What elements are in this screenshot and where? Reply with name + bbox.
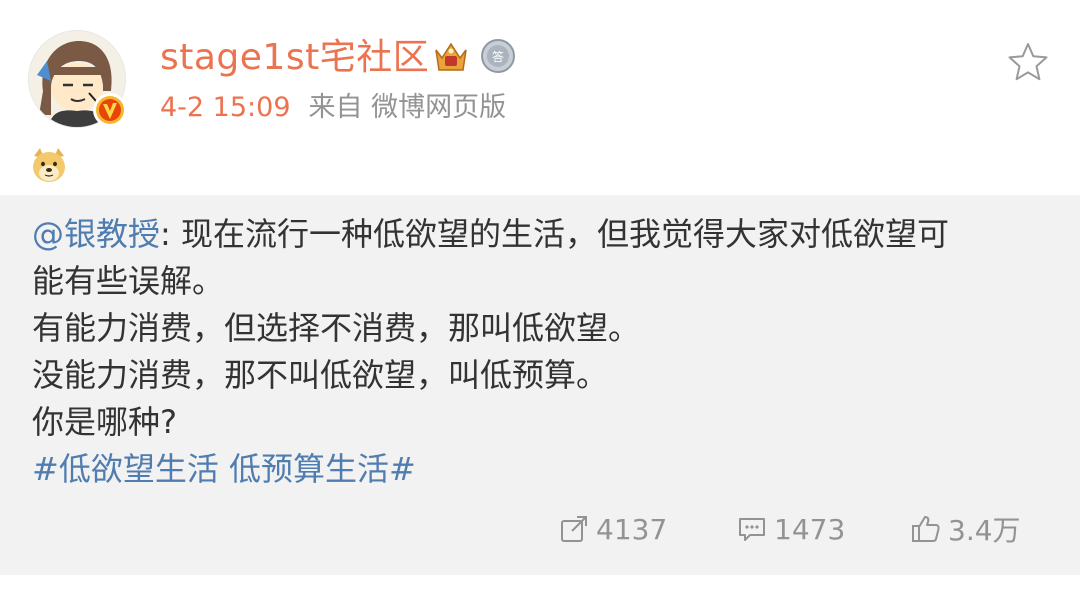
- like-button[interactable]: 3.4万: [910, 505, 1021, 553]
- comment-button[interactable]: 1473: [736, 505, 845, 553]
- retweet-block[interactable]: @银教授: 现在流行一种低欲望的生活，但我觉得大家对低欲望可 能有些误解。 有能…: [0, 195, 1080, 575]
- retweet-line-1: @银教授: 现在流行一种低欲望的生活，但我觉得大家对低欲望可: [32, 211, 1042, 258]
- post-source: 来自 微博网页版: [308, 92, 507, 123]
- comment-icon: [739, 518, 765, 541]
- crown-badge-icon[interactable]: [432, 38, 470, 76]
- retweet-line-1-text: : 现在流行一种低欲望的生活，但我觉得大家对低欲望可: [160, 215, 949, 253]
- post-time[interactable]: 4-2 15:09: [160, 92, 291, 123]
- post-meta: 4-2 15:09 来自 微博网页版: [160, 88, 506, 128]
- bottom-divider: [0, 575, 1080, 593]
- comment-count: 1473: [774, 512, 846, 546]
- repost-button[interactable]: 4137: [558, 505, 667, 553]
- retweet-text: @银教授: 现在流行一种低欲望的生活，但我觉得大家对低欲望可 能有些误解。 有能…: [32, 211, 1042, 493]
- answer-medal-icon[interactable]: 答: [480, 38, 516, 74]
- doge-emoji: [33, 148, 65, 182]
- retweet-line-4: 没能力消费，那不叫低欲望，叫低预算。: [32, 356, 609, 394]
- mention-link[interactable]: @银教授: [32, 215, 160, 253]
- post-header: stage1st宅社区 答 4-2 15:09 来自 微博网页版: [0, 0, 1080, 140]
- topic-link[interactable]: #低欲望生活 低预算生活#: [32, 446, 1042, 493]
- repost-count: 4137: [596, 512, 668, 546]
- svg-text:答: 答: [492, 49, 504, 64]
- avatar[interactable]: [28, 30, 130, 132]
- thumbs-up-icon: [912, 516, 940, 542]
- retweet-line-3: 有能力消费，但选择不消费，那叫低欲望。: [32, 309, 641, 347]
- retweet-line-2: 能有些误解。: [32, 262, 225, 300]
- like-count: 3.4万: [948, 514, 1021, 547]
- verified-v-icon: [93, 93, 127, 127]
- retweet-line-5: 你是哪种?: [32, 403, 177, 441]
- user-name[interactable]: stage1st宅社区: [160, 32, 429, 84]
- star-outline-icon[interactable]: [1006, 40, 1050, 84]
- repost-icon: [561, 516, 587, 542]
